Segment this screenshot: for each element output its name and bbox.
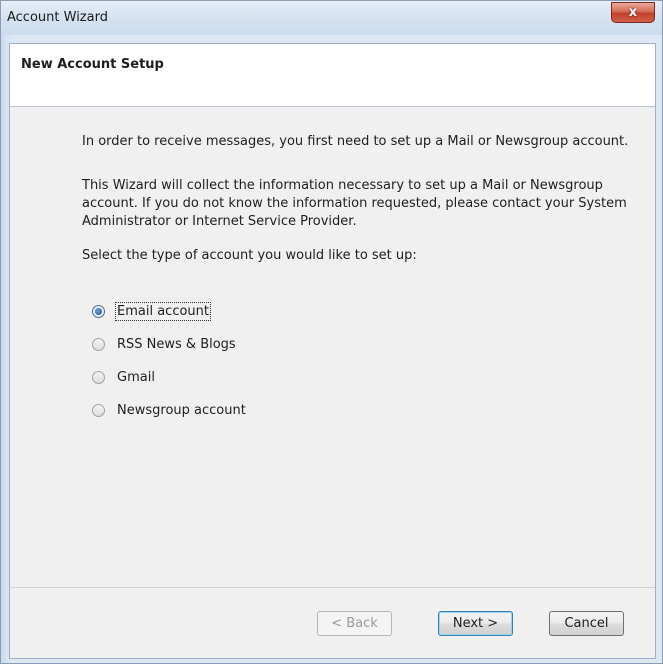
radio-email-account[interactable] <box>92 304 105 318</box>
account-wizard-window: Account Wizard x New Account Setup In or… <box>0 0 663 664</box>
radio-gmail[interactable] <box>92 370 105 384</box>
radio-newsgroup-account[interactable] <box>92 403 105 417</box>
radio-rss-news-blogs[interactable] <box>92 337 105 351</box>
wizard-footer: < Back Next > Cancel <box>10 587 655 658</box>
option-label-rss[interactable]: RSS News & Blogs <box>117 337 236 352</box>
close-icon: x <box>628 5 638 20</box>
next-button[interactable]: Next > <box>438 611 513 636</box>
page-title: New Account Setup <box>21 57 164 72</box>
title-bar[interactable]: Account Wizard x <box>1 1 662 35</box>
cancel-button[interactable]: Cancel <box>549 611 624 636</box>
option-gmail[interactable]: Gmail <box>92 367 155 387</box>
window-title: Account Wizard <box>7 10 108 25</box>
wizard-content: In order to receive messages, you first … <box>10 107 655 588</box>
option-label-newsgroup[interactable]: Newsgroup account <box>117 403 246 418</box>
select-prompt: Select the type of account you would lik… <box>82 248 417 263</box>
info-text: This Wizard will collect the information… <box>82 178 627 229</box>
wizard-header: New Account Setup <box>10 44 655 107</box>
option-rss-news-blogs[interactable]: RSS News & Blogs <box>92 334 236 354</box>
back-button[interactable]: < Back <box>317 611 392 636</box>
wizard-client-area: New Account Setup In order to receive me… <box>9 43 656 659</box>
option-label-gmail[interactable]: Gmail <box>117 370 155 385</box>
option-email-account[interactable]: Email account <box>92 301 211 321</box>
intro-text: In order to receive messages, you first … <box>82 134 629 149</box>
close-button[interactable]: x <box>611 2 655 23</box>
option-newsgroup-account[interactable]: Newsgroup account <box>92 400 246 420</box>
option-label-email[interactable]: Email account <box>115 301 211 321</box>
